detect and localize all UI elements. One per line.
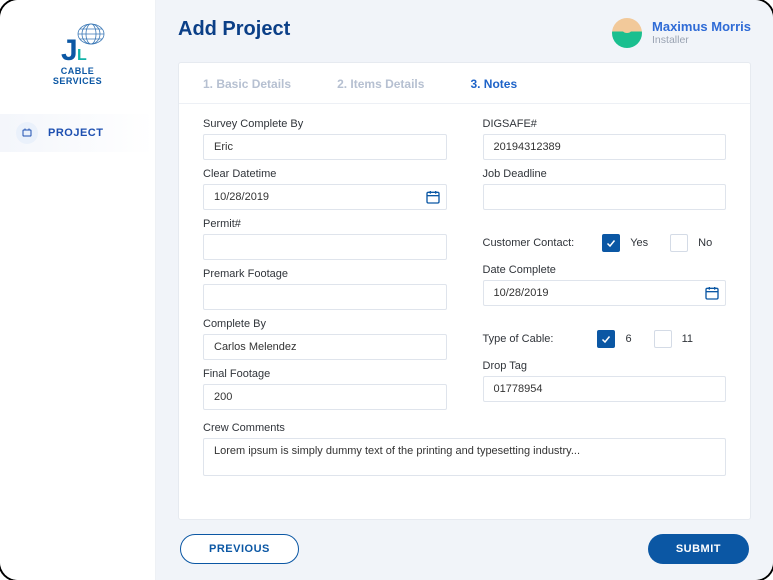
user-role: Installer: [652, 34, 751, 46]
input-digsafe[interactable]: [483, 134, 727, 160]
input-survey-complete-by[interactable]: [203, 134, 447, 160]
label-date-complete: Date Complete: [483, 264, 727, 276]
tab-basic-details[interactable]: 1. Basic Details: [203, 77, 291, 91]
user-block[interactable]: Maximus Morris Installer: [612, 18, 751, 48]
topbar: Add Project Maximus Morris Installer: [178, 18, 751, 48]
label-premark-footage: Premark Footage: [203, 268, 447, 280]
opt-6: 6: [625, 333, 631, 345]
tab-notes[interactable]: 3. Notes: [470, 77, 517, 91]
label-type-of-cable: Type of Cable:: [483, 333, 554, 345]
project-icon: [16, 122, 38, 144]
label-job-deadline: Job Deadline: [483, 168, 727, 180]
avatar: [612, 18, 642, 48]
tab-items-details[interactable]: 2. Items Details: [337, 77, 424, 91]
submit-button[interactable]: SUBMIT: [648, 534, 749, 564]
opt-no: No: [698, 237, 712, 249]
svg-text:L: L: [77, 47, 87, 64]
label-crew-comments: Crew Comments: [203, 422, 726, 434]
sidebar-item-label: PROJECT: [48, 127, 103, 139]
tabs: 1. Basic Details 2. Items Details 3. Not…: [179, 63, 750, 104]
label-digsafe: DIGSAFE#: [483, 118, 727, 130]
checkbox-customer-contact-yes[interactable]: [602, 234, 620, 252]
textarea-crew-comments[interactable]: [203, 438, 726, 476]
input-complete-by[interactable]: [203, 334, 447, 360]
input-job-deadline[interactable]: [483, 184, 727, 210]
svg-text:J: J: [61, 34, 78, 64]
label-complete-by: Complete By: [203, 318, 447, 330]
page-title: Add Project: [178, 18, 290, 41]
label-permit: Permit#: [203, 218, 447, 230]
checkbox-cable-11[interactable]: [654, 330, 672, 348]
user-name: Maximus Morris: [652, 20, 751, 34]
label-drop-tag: Drop Tag: [483, 360, 727, 372]
input-permit[interactable]: [203, 234, 447, 260]
input-drop-tag[interactable]: [483, 376, 727, 402]
input-date-complete[interactable]: [483, 280, 727, 306]
label-survey-complete-by: Survey Complete By: [203, 118, 447, 130]
checkbox-cable-6[interactable]: [597, 330, 615, 348]
opt-11: 11: [682, 333, 693, 345]
input-premark-footage[interactable]: [203, 284, 447, 310]
sidebar: J L CABLESERVICES: [0, 0, 156, 580]
form-footer: PREVIOUS SUBMIT: [178, 520, 751, 564]
label-final-footage: Final Footage: [203, 368, 447, 380]
brand-text: CABLESERVICES: [53, 66, 102, 86]
previous-button[interactable]: PREVIOUS: [180, 534, 299, 564]
input-clear-datetime[interactable]: [203, 184, 447, 210]
label-customer-contact: Customer Contact:: [483, 237, 575, 249]
main: Add Project Maximus Morris Installer 1. …: [156, 0, 773, 580]
opt-yes: Yes: [630, 237, 648, 249]
sidebar-item-project[interactable]: PROJECT: [0, 114, 155, 152]
input-final-footage[interactable]: [203, 384, 447, 410]
brand-logo: J L CABLESERVICES: [0, 20, 155, 86]
label-clear-datetime: Clear Datetime: [203, 168, 447, 180]
form-card: 1. Basic Details 2. Items Details 3. Not…: [178, 62, 751, 520]
logo-mark: J L: [43, 20, 113, 64]
checkbox-customer-contact-no[interactable]: [670, 234, 688, 252]
